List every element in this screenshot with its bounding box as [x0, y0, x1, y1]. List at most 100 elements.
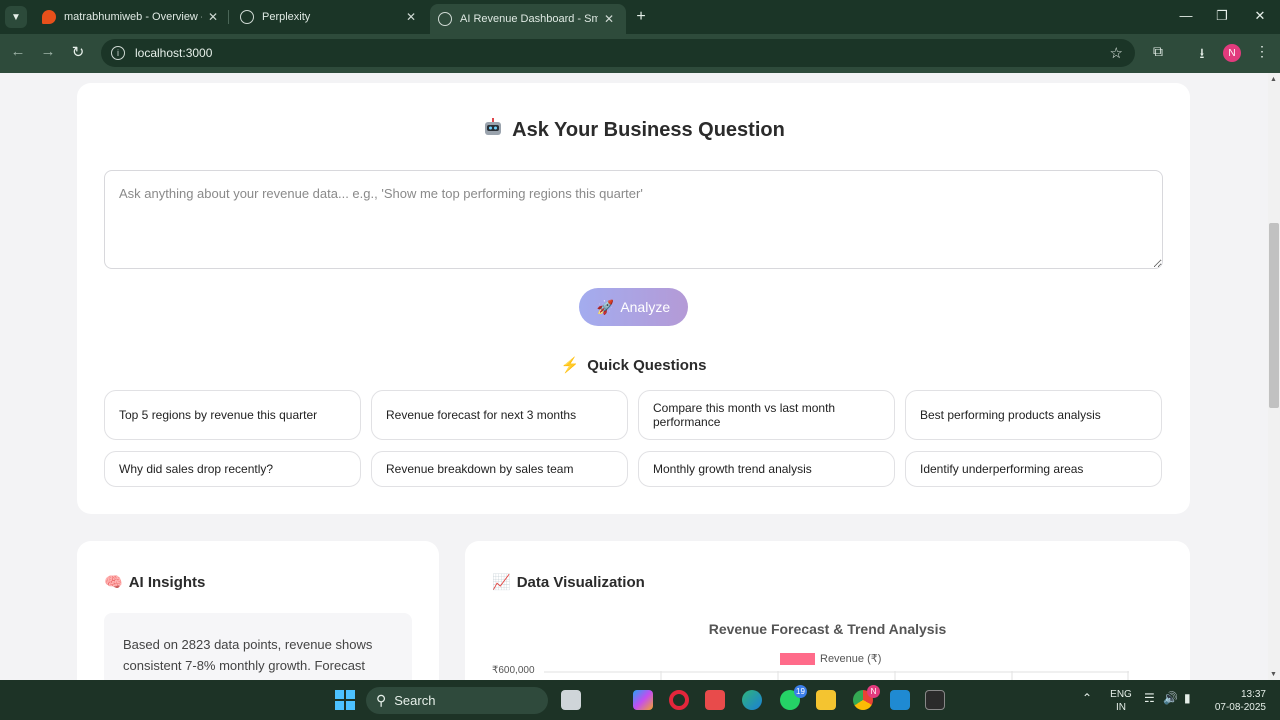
page-scrollbar[interactable]: ▲ ▼ [1268, 73, 1280, 680]
address-bar[interactable]: i localhost:3000 ☆ [101, 39, 1135, 67]
scroll-up-icon[interactable]: ▲ [1270, 76, 1277, 83]
close-icon[interactable]: ✕ [208, 10, 218, 24]
download-icon[interactable]: ⭳ [1192, 43, 1212, 67]
taskbar-search-label: Search [394, 693, 436, 708]
kebab-menu-icon[interactable]: ⋮ [1252, 43, 1272, 60]
globe-icon [438, 12, 452, 26]
clock-time: 13:37 [1240, 689, 1266, 700]
whatsapp-icon[interactable]: 19 [780, 685, 807, 710]
tab-title: matrabhumiweb - Overview - Fi [64, 11, 202, 23]
search-icon: ⚲ [376, 692, 387, 708]
back-arrow-icon[interactable]: ← [8, 43, 28, 60]
forward-arrow-icon[interactable]: → [38, 43, 58, 60]
window-close-icon[interactable]: ✕ [1250, 8, 1270, 24]
extensions-icon[interactable]: ⧉ [1148, 43, 1168, 60]
data-visualization-title: 📈 Data Visualization [492, 573, 645, 591]
quick-question-button[interactable]: Compare this month vs last month perform… [638, 390, 895, 440]
taskbar-search[interactable]: ⚲ Search [366, 687, 548, 714]
tab-title: Perplexity [262, 11, 311, 23]
close-icon[interactable]: ✕ [604, 12, 614, 26]
ai-insights-title: 🧠 AI Insights [104, 573, 205, 591]
new-tab-icon[interactable]: + [632, 8, 650, 26]
chart-increasing-icon: 📈 [492, 574, 511, 591]
file-explorer-icon[interactable] [816, 690, 836, 710]
flame-icon [42, 10, 56, 24]
question-card-title-text: Ask Your Business Question [512, 119, 785, 141]
edge-icon[interactable] [742, 690, 762, 710]
quick-question-label: Revenue breakdown by sales team [386, 462, 574, 476]
volume-icon[interactable]: 🔊 [1163, 692, 1178, 705]
quick-questions-title: ⚡ Quick Questions [77, 356, 1190, 374]
ai-insights-card: 🧠 AI Insights Based on 2823 data points, … [77, 541, 439, 680]
bookmark-star-icon[interactable]: ☆ [1110, 44, 1123, 62]
page-viewport: Ask Your Business Question 🚀 Analyze ⚡ Qu… [0, 73, 1268, 680]
chrome-icon[interactable]: N [853, 685, 880, 710]
taskbar: ⚲ Search 19 N ⌃ ENG IN ☴ 🔊 ▮ 13:37 07-08… [0, 680, 1280, 720]
chevron-up-icon[interactable]: ⌃ [1082, 692, 1092, 705]
wifi-icon[interactable]: ☴ [1144, 692, 1155, 705]
lightning-icon: ⚡ [560, 357, 580, 374]
clock-date: 07-08-2025 [1214, 702, 1266, 713]
quick-question-label: Monthly growth trend analysis [653, 462, 812, 476]
tab-search-button[interactable]: ▼ [5, 6, 27, 28]
scrollbar-thumb[interactable] [1269, 223, 1279, 408]
quick-question-button[interactable]: Identify underperforming areas [905, 451, 1162, 487]
windows-start-icon[interactable] [335, 690, 355, 710]
copilot-icon[interactable] [633, 690, 653, 710]
browser-toolbar: ← → ↻ i localhost:3000 ☆ ⧉ ⭳ ⋮ [0, 34, 1280, 73]
quick-question-label: Best performing products analysis [920, 408, 1101, 422]
region-code: IN [1116, 702, 1126, 713]
tab-divider [228, 10, 229, 24]
terminal-icon[interactable] [925, 690, 945, 710]
opera-icon[interactable] [669, 690, 689, 710]
language-indicator[interactable]: ENG IN [1108, 688, 1134, 714]
quick-question-label: Revenue forecast for next 3 months [386, 408, 577, 422]
data-visualization-title-text: Data Visualization [516, 574, 645, 591]
rocket-icon: 🚀 [596, 298, 615, 315]
scroll-down-icon[interactable]: ▼ [1270, 671, 1277, 678]
quick-question-label: Top 5 regions by revenue this quarter [119, 408, 318, 422]
quick-question-button[interactable]: Revenue forecast for next 3 months [371, 390, 628, 440]
tab-matrabhumiweb[interactable]: matrabhumiweb - Overview - Fi ✕ [34, 0, 226, 34]
close-icon[interactable]: ✕ [406, 10, 416, 24]
quick-question-button[interactable]: Monthly growth trend analysis [638, 451, 895, 487]
site-info-icon[interactable]: i [111, 46, 125, 60]
analyze-label: Analyze [620, 299, 671, 315]
quick-question-label: Identify underperforming areas [920, 462, 1084, 476]
language-code: ENG [1110, 689, 1132, 700]
minimize-icon[interactable]: — [1176, 8, 1196, 23]
task-view-icon[interactable] [561, 690, 581, 710]
tab-ai-revenue-dashboard[interactable]: AI Revenue Dashboard - Smart ✕ [430, 4, 626, 34]
y-axis-tick-label: ₹600,000 [492, 665, 535, 676]
quick-questions-title-text: Quick Questions [587, 357, 707, 374]
snipping-tool-icon[interactable] [705, 690, 725, 710]
analyze-button[interactable]: 🚀 Analyze [579, 288, 688, 326]
tab-perplexity[interactable]: Perplexity ✕ [232, 0, 424, 34]
question-input[interactable] [104, 170, 1163, 269]
maximize-icon[interactable]: ❐ [1212, 8, 1232, 24]
address-text: localhost:3000 [135, 46, 213, 60]
tab-title: AI Revenue Dashboard - Smart [460, 13, 598, 25]
battery-icon[interactable]: ▮ [1184, 692, 1191, 705]
tab-strip: ▼ matrabhumiweb - Overview - Fi ✕ Perple… [0, 0, 1280, 34]
chart-title: Revenue Forecast & Trend Analysis [708, 621, 947, 637]
ai-insights-title-text: AI Insights [128, 574, 206, 591]
legend-label: Revenue (₹) [820, 653, 882, 665]
clock[interactable]: 13:37 07-08-2025 [1208, 688, 1266, 714]
quick-question-button[interactable]: Why did sales drop recently? [104, 451, 361, 487]
insight-text: Based on 2823 data points, revenue shows… [104, 613, 412, 680]
notification-badge: 19 [794, 685, 807, 698]
quick-question-button[interactable]: Revenue breakdown by sales team [371, 451, 628, 487]
quick-question-label: Why did sales drop recently? [119, 462, 274, 476]
chart-gridlines [544, 671, 1129, 680]
globe-icon [240, 10, 254, 24]
profile-initial: N [1228, 47, 1236, 59]
quick-question-label: Compare this month vs last month perform… [653, 401, 836, 429]
vscode-icon[interactable] [890, 690, 910, 710]
question-card-title: Ask Your Business Question [77, 117, 1190, 142]
chart-legend[interactable]: Revenue (₹) [780, 652, 881, 665]
reload-icon[interactable]: ↻ [68, 43, 88, 61]
quick-question-button[interactable]: Top 5 regions by revenue this quarter [104, 390, 361, 440]
profile-avatar[interactable]: N [1223, 44, 1241, 62]
quick-question-button[interactable]: Best performing products analysis [905, 390, 1162, 440]
